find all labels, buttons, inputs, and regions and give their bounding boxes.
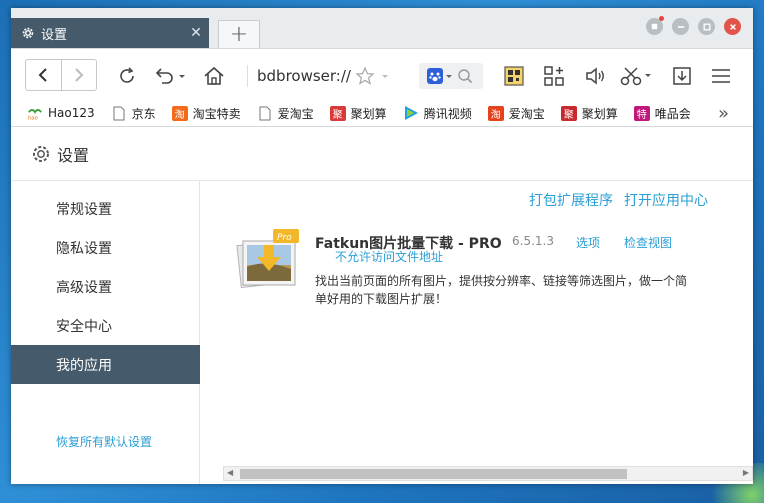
scroll-left-icon[interactable]: ◀ — [227, 468, 233, 477]
page-icon — [111, 106, 127, 121]
bookmark-label: 聚划算 — [581, 106, 618, 121]
tencent-video-icon — [403, 106, 419, 121]
address-separator — [247, 65, 248, 87]
skin-icon[interactable] — [646, 16, 664, 35]
bookmark-label: 聚划算 — [350, 106, 387, 121]
new-tab-button[interactable]: + — [218, 20, 260, 48]
fatkun-extension-icon: Pro — [236, 229, 299, 289]
bookmark-label: Hao123 — [48, 106, 95, 120]
close-button[interactable] — [724, 18, 741, 35]
bookmark-hao123[interactable]: hao Hao123 — [27, 106, 95, 121]
apps-icon[interactable] — [541, 63, 567, 89]
bookmark-label: 京东 — [131, 106, 156, 121]
bookmark-tencent-video[interactable]: 腾讯视频 — [403, 105, 472, 122]
pro-badge: Pro — [277, 233, 292, 243]
pack-extension-link[interactable]: 打包扩展程序 — [529, 190, 613, 210]
extension-options-link[interactable]: 选项 — [576, 234, 600, 251]
scroll-right-icon[interactable]: ▶ — [743, 468, 749, 477]
scrollbar-thumb[interactable] — [240, 469, 627, 479]
svg-text:hao: hao — [28, 115, 38, 121]
nav-buttons — [25, 59, 97, 91]
page-icon — [257, 106, 273, 121]
tab-close-icon[interactable]: ✕ — [183, 25, 209, 41]
browser-window: 设置 ✕ + bdbrowser:// hao Hao123 京东 淘 淘宝特卖… — [11, 8, 753, 484]
bookmark-label: 唯品会 — [654, 106, 691, 121]
bookmark-ai-taobao[interactable]: 爱淘宝 — [257, 105, 314, 122]
tab-title: 设置 — [41, 27, 68, 43]
magnifier-icon — [458, 69, 473, 84]
extension-description: 找出当前页面的所有图片，提供按分辨率、链接等筛选图片，做一个简单好用的下载图片扩… — [315, 274, 688, 306]
taobao-icon: 淘 — [487, 105, 504, 121]
refresh-icon[interactable] — [114, 63, 140, 89]
bookmark-label: 淘宝特卖 — [192, 106, 241, 121]
sidebar-item-my-apps[interactable]: 我的应用 — [11, 345, 200, 384]
file-access-toggle[interactable]: 不允许访问文件地址 — [335, 248, 443, 265]
horizontal-scrollbar[interactable]: ◀ ▶ — [223, 466, 753, 481]
home-icon[interactable] — [201, 63, 227, 89]
sidebar-item-security[interactable]: 安全中心 — [11, 306, 200, 345]
download-icon[interactable] — [669, 63, 695, 89]
vip-icon: 特 — [633, 105, 650, 121]
taobao-icon: 淘 — [171, 105, 188, 121]
bookmarks-more-icon[interactable]: » — [718, 103, 729, 124]
reset-defaults-link[interactable]: 恢复所有默认设置 — [56, 433, 152, 450]
forward-icon — [75, 68, 84, 82]
bookmark-taobao-temai[interactable]: 淘 淘宝特卖 — [171, 105, 241, 122]
window-controls — [646, 16, 741, 35]
maximize-button[interactable] — [698, 18, 715, 35]
page-title: 设置 — [57, 145, 90, 165]
extensions-panel: 打包扩展程序 打开应用中心 Pro Fatkun图片批量下载 - PRO 6.5… — [201, 181, 753, 484]
bookmarks-bar: hao Hao123 京东 淘 淘宝特卖 爱淘宝 聚 聚划算 腾讯视频 淘 爱淘… — [11, 100, 753, 126]
minimize-button[interactable] — [672, 18, 689, 35]
bookmark-jd[interactable]: 京东 — [111, 105, 156, 122]
sidebar-item-advanced[interactable]: 高级设置 — [11, 267, 200, 306]
bookmark-label: 爱淘宝 — [508, 106, 545, 121]
sidebar-item-general[interactable]: 常规设置 — [11, 189, 200, 228]
gear-icon — [33, 145, 49, 162]
bookmark-juhuasuan[interactable]: 聚 聚划算 — [329, 105, 387, 122]
bookmark-juhuasuan-2[interactable]: 聚 聚划算 — [560, 105, 618, 122]
tab-bar: 设置 ✕ + — [11, 8, 753, 48]
extension-inspect-link[interactable]: 检查视图 — [624, 234, 672, 251]
extension-version: 6.5.1.3 — [512, 234, 554, 248]
juhuasuan-icon: 聚 — [560, 105, 577, 121]
hao-icon: hao — [27, 106, 43, 121]
bookmark-label: 腾讯视频 — [423, 106, 472, 121]
undo-icon[interactable] — [151, 63, 189, 89]
tab-settings[interactable]: 设置 ✕ — [11, 18, 209, 48]
qr-icon[interactable] — [501, 63, 527, 89]
volume-icon[interactable] — [582, 63, 608, 89]
star-icon[interactable] — [353, 63, 393, 89]
address-bar[interactable]: bdbrowser:// — [257, 67, 351, 85]
settings-sidebar: 常规设置 隐私设置 高级设置 安全中心 我的应用 恢复所有默认设置 — [11, 181, 200, 484]
open-app-center-link[interactable]: 打开应用中心 — [624, 190, 708, 210]
back-button[interactable] — [26, 60, 61, 90]
sidebar-item-privacy[interactable]: 隐私设置 — [11, 228, 200, 267]
search-box[interactable] — [419, 63, 483, 89]
paw-search-icon — [427, 68, 452, 84]
juhuasuan-icon: 聚 — [329, 105, 346, 121]
toolbar: bdbrowser:// — [11, 48, 753, 100]
menu-icon[interactable] — [708, 63, 734, 89]
top-links: 打包扩展程序 打开应用中心 — [529, 190, 708, 210]
scissors-icon[interactable] — [619, 63, 655, 89]
back-icon — [38, 68, 47, 82]
settings-header: 设置 — [11, 126, 753, 181]
gear-icon — [22, 27, 34, 39]
forward-button[interactable] — [60, 60, 97, 90]
bookmark-ai-taobao-2[interactable]: 淘 爱淘宝 — [487, 105, 545, 122]
bookmark-vip[interactable]: 特 唯品会 — [633, 105, 691, 122]
bookmark-label: 爱淘宝 — [277, 106, 314, 121]
